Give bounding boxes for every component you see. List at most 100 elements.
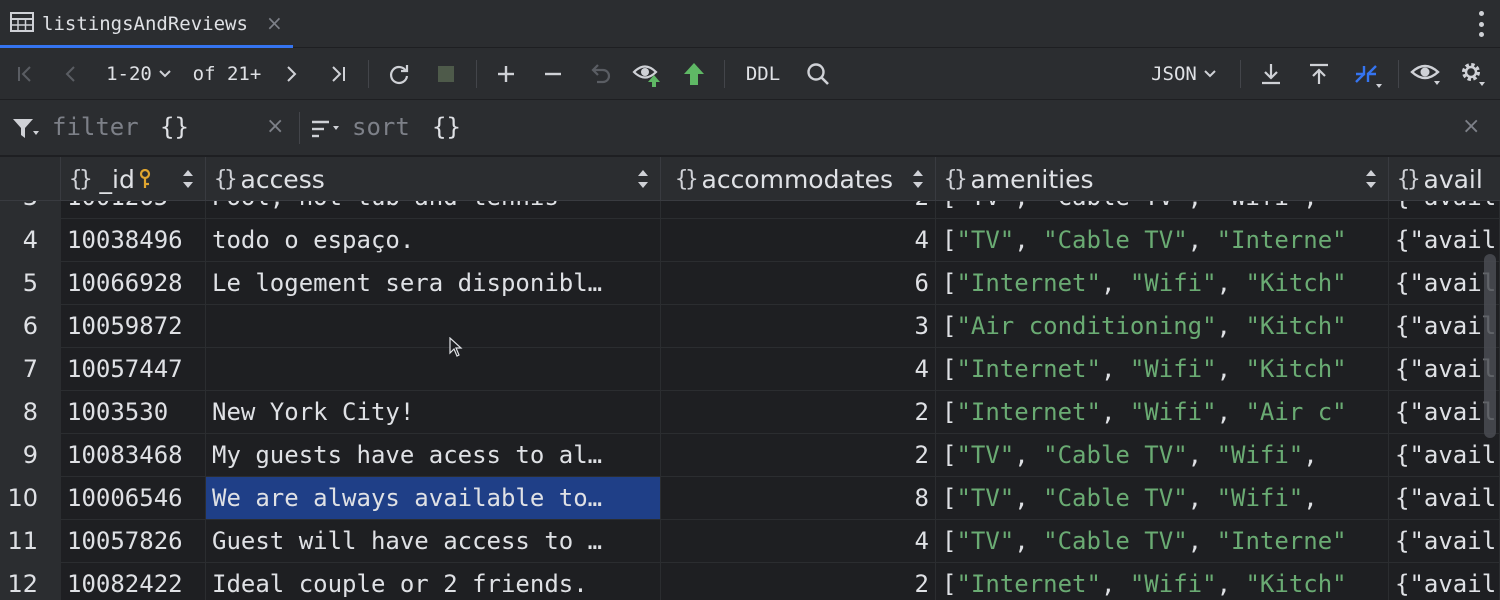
cell-id[interactable]: 10066928 — [61, 262, 206, 304]
toolbar-separator — [476, 60, 477, 88]
sort-toggle-icon[interactable] — [1366, 170, 1376, 188]
next-page-icon[interactable] — [276, 48, 306, 100]
row-number-header — [0, 157, 61, 201]
cell-accommodates[interactable]: 6 — [661, 262, 936, 304]
search-icon[interactable] — [802, 48, 834, 100]
table-row[interactable]: 10 10006546 We are always available to… 8 ["… — [0, 477, 1500, 520]
cell-amenities[interactable]: ["TV", "Cable TV", "Interne" — [936, 520, 1389, 562]
cell-accommodates[interactable]: 4 — [661, 520, 936, 562]
refresh-icon[interactable] — [382, 48, 416, 100]
column-header-amenities[interactable]: {} amenities — [936, 157, 1389, 201]
toolbar-separator — [724, 60, 725, 88]
column-header-access[interactable]: {} access — [206, 157, 661, 201]
filter-clear-icon[interactable]: × — [266, 114, 284, 139]
cell-id[interactable]: 1003530 — [61, 391, 206, 433]
table-row[interactable]: 8 1003530 New York City! 2 ["Internet", "Wif… — [0, 391, 1500, 434]
stop-icon[interactable] — [430, 48, 462, 100]
cell-id[interactable]: 10057826 — [61, 520, 206, 562]
table-row[interactable]: 9 10083468 My guests have acess to al… 2 ["T… — [0, 434, 1500, 477]
toolbar-separator — [1240, 60, 1241, 88]
cell-accommodates[interactable]: 4 — [661, 348, 936, 390]
cell-access[interactable] — [206, 305, 661, 347]
cell-amenities[interactable]: ["Air conditioning", "Kitch" — [936, 305, 1389, 347]
sort-toggle-icon[interactable] — [913, 170, 923, 188]
table-icon — [10, 12, 34, 36]
format-dropdown[interactable]: JSON — [1144, 48, 1224, 100]
table-row[interactable]: 11 10057826 Guest will have access to … 4 ["… — [0, 520, 1500, 563]
cell-availability[interactable]: {"avail — [1389, 520, 1500, 562]
cell-access[interactable]: Ideal couple or 2 friends. — [206, 563, 661, 600]
previous-page-icon[interactable] — [56, 48, 86, 100]
cell-availability[interactable]: {"avail — [1389, 477, 1500, 519]
sort-toggle-icon[interactable] — [183, 170, 193, 188]
table-row[interactable]: 4 10038496 todo o espaço. 4 ["TV", "Cable TV… — [0, 219, 1500, 262]
table-row[interactable]: 12 10082422 Ideal couple or 2 friends. 2 ["I… — [0, 563, 1500, 600]
table-row[interactable]: 5 10066928 Le logement sera disponibl… 6 ["I… — [0, 262, 1500, 305]
amenity-string: "Kitch" — [1245, 355, 1347, 383]
export-icon[interactable] — [1255, 48, 1287, 100]
cell-access[interactable]: Le logement sera disponibl… — [206, 262, 661, 304]
cell-id[interactable]: 10059872 — [61, 305, 206, 347]
compare-icon[interactable] — [1349, 48, 1385, 100]
cell-access[interactable]: Guest will have access to … — [206, 520, 661, 562]
cell-accommodates[interactable]: 8 — [661, 477, 936, 519]
sort-toggle-icon[interactable] — [638, 170, 648, 188]
cell-access[interactable]: todo o espaço. — [206, 219, 661, 261]
cell-access[interactable] — [206, 348, 661, 390]
cell-amenities[interactable]: ["TV", "Cable TV", "Wifi", — [936, 434, 1389, 476]
cell-accommodates[interactable]: 4 — [661, 219, 936, 261]
cell-amenities[interactable]: ["TV", "Cable TV", "Interne" — [936, 219, 1389, 261]
vertical-scrollbar[interactable] — [1484, 254, 1496, 438]
settings-gear-icon[interactable] — [1456, 48, 1490, 100]
column-header-availability[interactable]: {} avail — [1389, 157, 1500, 201]
submit-icon[interactable] — [678, 48, 710, 100]
import-icon[interactable] — [1303, 48, 1335, 100]
sort-clear-icon[interactable]: × — [1462, 114, 1480, 139]
filter-icon[interactable] — [12, 118, 40, 144]
tab-listings-and-reviews[interactable]: listingsAndReviews × — [0, 0, 293, 49]
amenity-string: "Air c" — [1245, 398, 1347, 426]
sort-input[interactable]: {} — [432, 113, 461, 141]
delete-row-icon[interactable] — [537, 48, 569, 100]
preview-changes-icon[interactable] — [630, 48, 664, 100]
column-header-id[interactable]: {} _id — [61, 157, 206, 201]
cell-amenities[interactable]: ["TV", "Cable TV", "Wifi", — [936, 477, 1389, 519]
more-options-icon[interactable] — [1478, 11, 1484, 37]
ddl-button[interactable]: DDL — [738, 48, 788, 100]
cell-id[interactable]: 10006546 — [61, 477, 206, 519]
cell-access[interactable]: We are always available to… — [206, 477, 661, 519]
cell-amenities[interactable]: ["Internet", "Wifi", "Air c" — [936, 391, 1389, 433]
cell-access[interactable]: My guests have acess to al… — [206, 434, 661, 476]
filter-input[interactable]: {} — [160, 113, 189, 141]
sort-icon[interactable] — [311, 120, 341, 142]
column-header-accommodates[interactable]: {} accommodates — [661, 157, 936, 201]
column-name: amenities — [970, 164, 1094, 194]
page-range-dropdown[interactable]: 1-20 — [100, 48, 178, 100]
revert-icon[interactable] — [584, 48, 616, 100]
cell-accommodates[interactable]: 3 — [661, 305, 936, 347]
cell-accommodates[interactable]: 2 — [661, 391, 936, 433]
cell-id[interactable]: 10083468 — [61, 434, 206, 476]
cell-amenities[interactable]: ["Internet", "Wifi", "Kitch" — [936, 563, 1389, 600]
cell-amenities[interactable]: ["Internet", "Wifi", "Kitch" — [936, 348, 1389, 390]
view-icon[interactable] — [1408, 48, 1444, 100]
object-icon: {} — [69, 166, 92, 192]
cell-amenities[interactable]: ["Internet", "Wifi", "Kitch" — [936, 262, 1389, 304]
cell-accommodates[interactable]: 2 — [661, 563, 936, 600]
table-row[interactable]: 6 10059872 3 ["Air conditioning", "Kitch" {"… — [0, 305, 1500, 348]
cell-id[interactable]: 10082422 — [61, 563, 206, 600]
cell-id[interactable]: 10057447 — [61, 348, 206, 390]
cell-accommodates[interactable]: 2 — [661, 434, 936, 476]
table-row[interactable]: 7 10057447 4 ["Internet", "Wifi", "Kitch" {"… — [0, 348, 1500, 391]
tab-close-icon[interactable]: × — [266, 11, 283, 35]
add-row-icon[interactable] — [490, 48, 522, 100]
first-page-icon[interactable] — [10, 48, 40, 100]
cell-access[interactable]: New York City! — [206, 391, 661, 433]
cell-availability[interactable]: {"avail — [1389, 434, 1500, 476]
cell-availability[interactable]: {"avail — [1389, 219, 1500, 261]
cell-id[interactable]: 10038496 — [61, 219, 206, 261]
toolbar-separator — [368, 60, 369, 88]
last-page-icon[interactable] — [322, 48, 354, 100]
cell-availability[interactable]: {"avail — [1389, 563, 1500, 600]
object-icon: {} — [1397, 166, 1420, 192]
